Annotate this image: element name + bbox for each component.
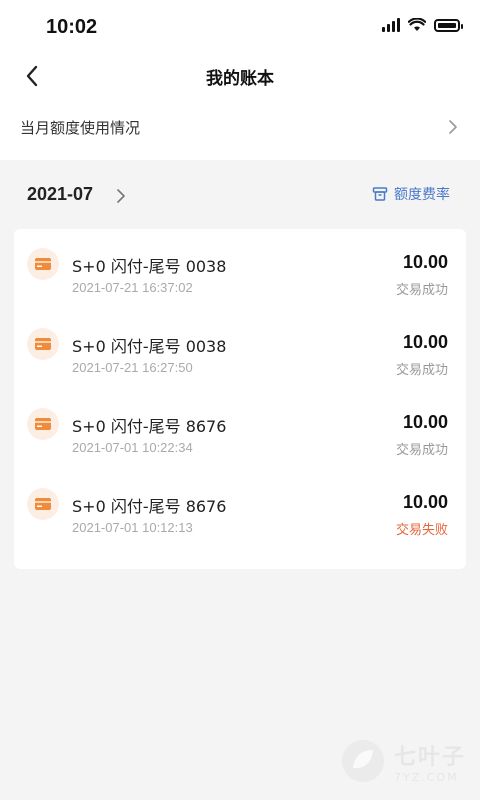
wifi-icon <box>408 18 426 31</box>
chevron-right-icon <box>449 120 457 134</box>
nav-bar: 我的账本 <box>0 54 480 98</box>
transaction-status: 交易成功 <box>395 363 448 378</box>
page-title: 我的账本 <box>206 69 274 89</box>
transaction-time: 2021-07-21 16:37:02 <box>72 280 193 295</box>
rate-link-label: 额度费率 <box>394 187 450 203</box>
leaf-logo-icon <box>341 740 384 782</box>
transaction-time: 2021-07-21 16:27:50 <box>72 360 193 375</box>
card-icon <box>27 248 59 280</box>
card-icon <box>27 328 59 360</box>
rate-link[interactable]: 额度费率 <box>372 184 450 204</box>
transaction-title: S+0 闪付-尾号 0038 <box>72 337 227 356</box>
card-icon <box>27 488 59 520</box>
transaction-amount: 10.00 <box>402 332 448 352</box>
transaction-status: 交易失败 <box>395 523 448 538</box>
card-icon <box>27 408 59 440</box>
status-time: 10:02 <box>46 16 98 38</box>
transaction-title: S+0 闪付-尾号 8676 <box>72 417 227 436</box>
transaction-time: 2021-07-01 10:12:13 <box>72 520 193 535</box>
cellular-signal-icon <box>382 18 400 32</box>
list-item[interactable]: S+0 闪付-尾号 8676 2021-07-01 10:12:13 10.00… <box>14 469 466 549</box>
transaction-amount: 10.00 <box>402 492 448 512</box>
transaction-list: S+0 闪付-尾号 0038 2021-07-21 16:37:02 10.00… <box>14 229 466 569</box>
chevron-right-icon[interactable] <box>116 188 126 204</box>
transaction-title: S+0 闪付-尾号 0038 <box>72 257 227 276</box>
rate-card-icon <box>372 187 388 201</box>
battery-icon <box>434 18 463 32</box>
transaction-status: 交易成功 <box>395 283 448 298</box>
list-item[interactable]: S+0 闪付-尾号 8676 2021-07-01 10:22:34 10.00… <box>14 389 466 469</box>
quota-usage-label: 当月额度使用情况 <box>20 119 141 137</box>
transaction-amount: 10.00 <box>402 252 448 272</box>
transaction-title: S+0 闪付-尾号 8676 <box>72 497 227 516</box>
watermark: 七叶子 7YZ.COM <box>340 738 466 784</box>
list-item[interactable]: S+0 闪付-尾号 0038 2021-07-21 16:37:02 10.00… <box>14 229 466 309</box>
month-selector-row: 2021-07 额度费率 <box>0 160 480 230</box>
status-bar: 10:02 <box>0 0 480 54</box>
transaction-time: 2021-07-01 10:22:34 <box>72 440 193 455</box>
quota-usage-row[interactable]: 当月额度使用情况 <box>0 98 480 160</box>
watermark-sub: 7YZ.COM <box>393 770 459 784</box>
list-item[interactable]: S+0 闪付-尾号 0038 2021-07-21 16:27:50 10.00… <box>14 309 466 389</box>
status-icons <box>382 18 463 32</box>
transaction-status: 交易成功 <box>395 443 448 458</box>
transaction-amount: 10.00 <box>402 412 448 432</box>
watermark-main: 七叶子 <box>393 744 466 770</box>
month-label[interactable]: 2021-07 <box>27 184 93 205</box>
